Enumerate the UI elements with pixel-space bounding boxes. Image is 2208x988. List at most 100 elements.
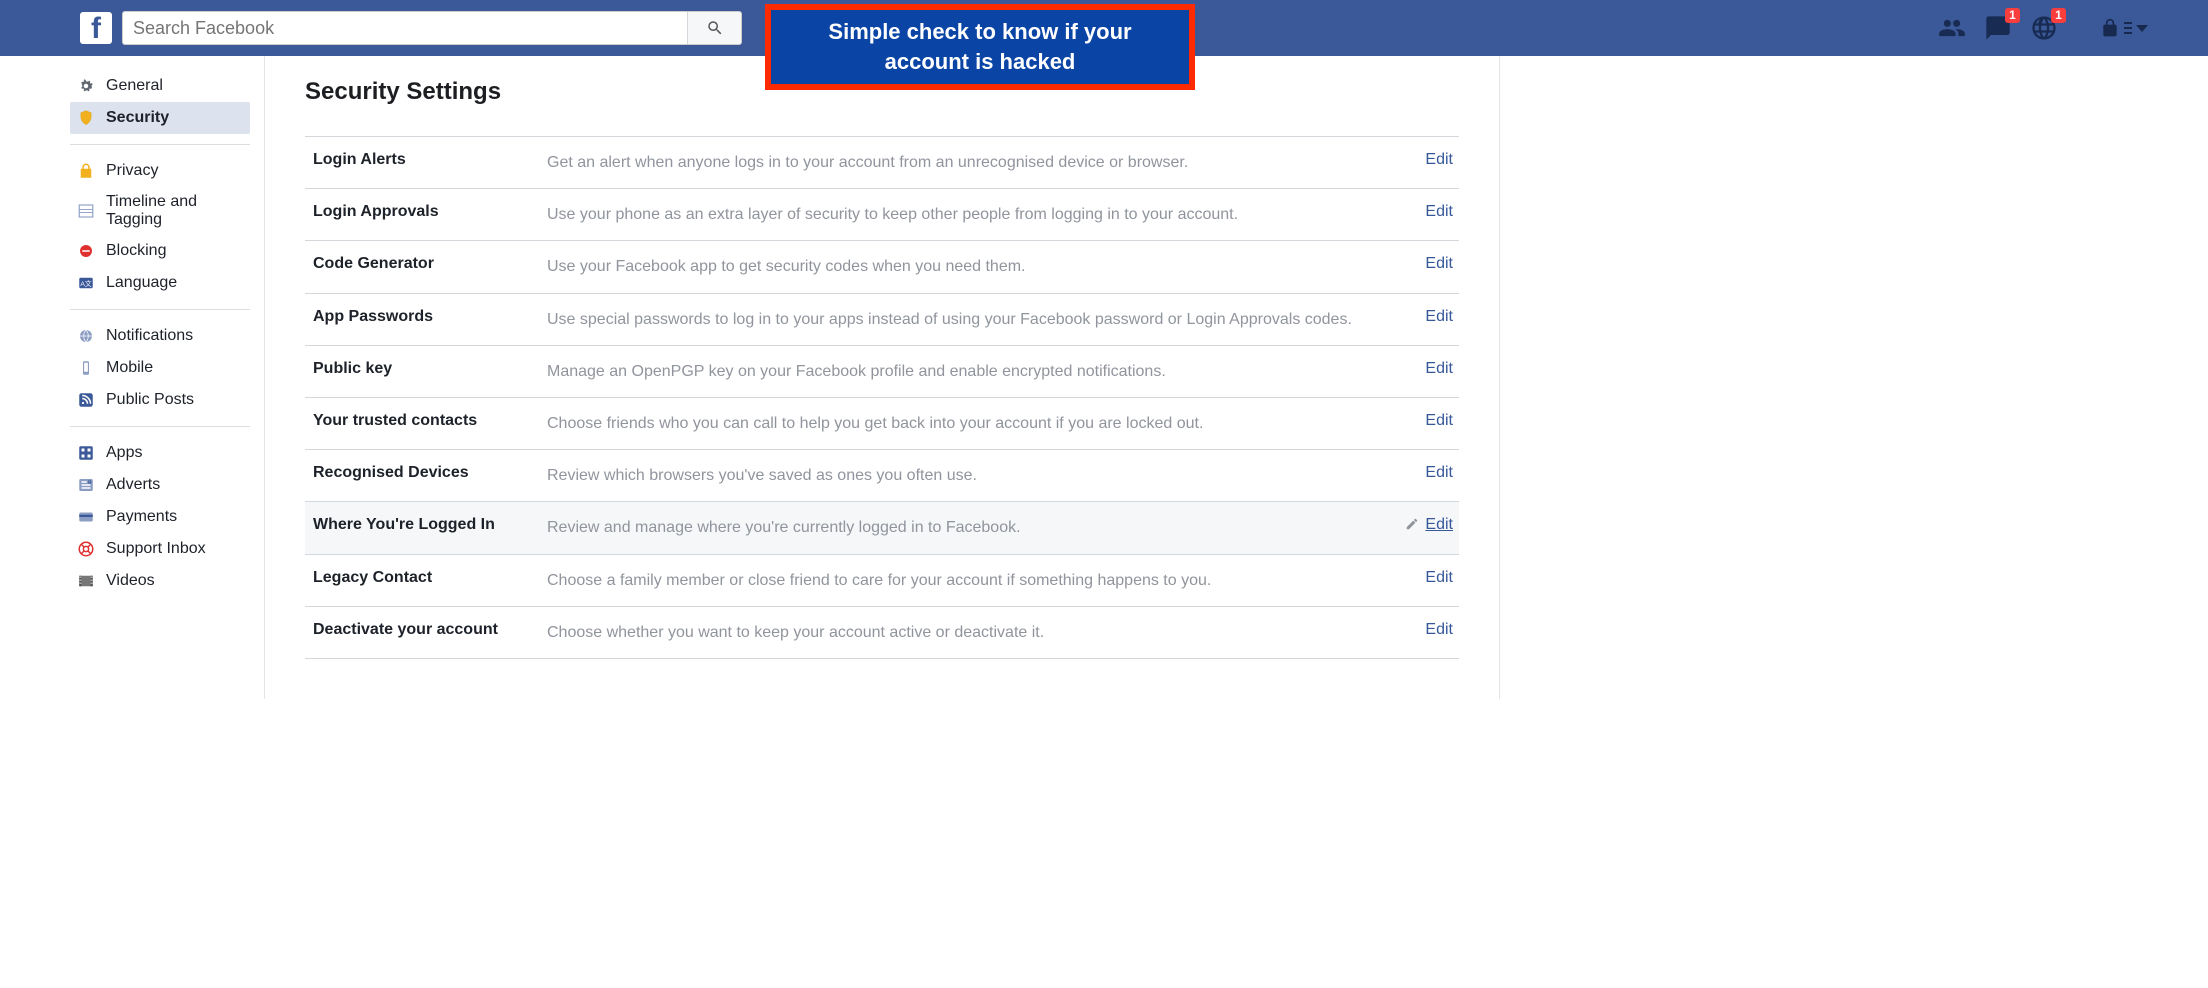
- notifications-button[interactable]: 1: [2030, 14, 2058, 42]
- friends-icon: [1938, 13, 1966, 43]
- settings-row-edit: Edit: [1399, 464, 1459, 482]
- settings-row-edit: Edit: [1399, 308, 1459, 326]
- sidebar-item-privacy[interactable]: Privacy: [70, 155, 250, 187]
- settings-row-public-key[interactable]: Public key Manage an OpenPGP key on your …: [305, 345, 1459, 397]
- settings-row-edit: Edit: [1399, 203, 1459, 221]
- settings-row-desc: Manage an OpenPGP key on your Facebook p…: [547, 360, 1387, 383]
- sidebar-item-label: Security: [106, 109, 169, 127]
- globe-icon: [76, 326, 96, 346]
- edit-link[interactable]: Edit: [1425, 464, 1453, 482]
- sidebar-separator: [70, 144, 250, 145]
- sidebar-item-timeline-and-tagging[interactable]: Timeline and Tagging: [70, 187, 250, 235]
- sidebar-item-label: Timeline and Tagging: [106, 193, 242, 229]
- edit-link[interactable]: Edit: [1425, 412, 1453, 430]
- notifications-badge: 1: [2051, 8, 2066, 23]
- pencil-icon: [1405, 517, 1419, 534]
- sidebar-item-mobile[interactable]: Mobile: [70, 352, 250, 384]
- svg-text:A文: A文: [80, 279, 92, 288]
- blocking-icon: [76, 241, 96, 261]
- sidebar-item-label: Language: [106, 274, 177, 292]
- page: General Security Privacy Timeline and Taggi…: [0, 56, 1500, 699]
- settings-row-recognised-devices[interactable]: Recognised Devices Review which browsers …: [305, 449, 1459, 501]
- lock-icon: [76, 161, 96, 181]
- settings-sidebar: General Security Privacy Timeline and Taggi…: [0, 56, 250, 699]
- settings-row-edit: Edit: [1399, 360, 1459, 378]
- sidebar-item-notifications[interactable]: Notifications: [70, 320, 250, 352]
- settings-row-label: Public key: [305, 360, 535, 378]
- edit-link[interactable]: Edit: [1425, 621, 1453, 639]
- videos-icon: [76, 571, 96, 591]
- settings-row-label: Login Approvals: [305, 203, 535, 221]
- settings-row-login-alerts[interactable]: Login Alerts Get an alert when anyone log…: [305, 136, 1459, 188]
- settings-row-label: Where You're Logged In: [305, 516, 535, 534]
- apps-icon: [76, 443, 96, 463]
- settings-row-desc: Get an alert when anyone logs in to your…: [547, 151, 1387, 174]
- sidebar-item-label: Videos: [106, 572, 155, 590]
- sidebar-separator: [70, 426, 250, 427]
- settings-row-login-approvals[interactable]: Login Approvals Use your phone as an extr…: [305, 188, 1459, 240]
- settings-row-edit: Edit: [1399, 516, 1459, 534]
- edit-link[interactable]: Edit: [1425, 151, 1453, 169]
- settings-row-label: Your trusted contacts: [305, 412, 535, 430]
- sidebar-item-videos[interactable]: Videos: [70, 565, 250, 597]
- annotation-text: Simple check to know if your account is …: [791, 17, 1169, 76]
- edit-link[interactable]: Edit: [1425, 255, 1453, 273]
- settings-row-label: Legacy Contact: [305, 569, 535, 587]
- sidebar-item-general[interactable]: General: [70, 70, 250, 102]
- mobile-icon: [76, 358, 96, 378]
- search-button[interactable]: [687, 12, 741, 44]
- sidebar-item-label: Adverts: [106, 476, 160, 494]
- search-box[interactable]: [122, 11, 742, 45]
- facebook-logo[interactable]: f: [80, 12, 112, 44]
- settings-row-app-passwords[interactable]: App PasswordsUse special passwords to lo…: [305, 293, 1459, 345]
- chevron-down-icon: [2136, 25, 2148, 32]
- settings-row-label: Login Alerts: [305, 151, 535, 169]
- support-icon: [76, 539, 96, 559]
- settings-row-deactivate-your-account[interactable]: Deactivate your accountChoose whether yo…: [305, 606, 1459, 658]
- settings-row-desc: Review which browsers you've saved as on…: [547, 464, 1387, 487]
- sidebar-item-blocking[interactable]: Blocking: [70, 235, 250, 267]
- settings-row-edit: Edit: [1399, 151, 1459, 169]
- language-icon: A文: [76, 273, 96, 293]
- friend-requests-button[interactable]: [1938, 14, 1966, 42]
- sidebar-item-language[interactable]: A文 Language: [70, 267, 250, 299]
- settings-row-edit: Edit: [1399, 569, 1459, 587]
- settings-row-desc: Choose a family member or close friend t…: [547, 569, 1387, 592]
- settings-row-label: Recognised Devices: [305, 464, 535, 482]
- sidebar-item-payments[interactable]: Payments: [70, 501, 250, 533]
- gear-icon: [76, 76, 96, 96]
- sidebar-item-security[interactable]: Security: [70, 102, 250, 134]
- edit-link[interactable]: Edit: [1425, 308, 1453, 326]
- search-icon: [706, 19, 724, 37]
- settings-row-legacy-contact[interactable]: Legacy Contact Choose a family member or …: [305, 554, 1459, 606]
- sidebar-item-apps[interactable]: Apps: [70, 437, 250, 469]
- sidebar-item-adverts[interactable]: fAdverts: [70, 469, 250, 501]
- lock-icon: [2100, 18, 2120, 38]
- messages-badge: 1: [2005, 8, 2020, 23]
- privacy-shortcuts-button[interactable]: [2100, 18, 2148, 38]
- settings-row-where-you-re-logged-in[interactable]: Where You're Logged InReview and manage …: [305, 501, 1459, 553]
- edit-link[interactable]: Edit: [1425, 569, 1453, 587]
- sidebar-item-label: General: [106, 77, 163, 95]
- sidebar-item-label: Mobile: [106, 359, 153, 377]
- sidebar-item-public-posts[interactable]: Public Posts: [70, 384, 250, 416]
- settings-row-desc: Use your phone as an extra layer of secu…: [547, 203, 1387, 226]
- settings-row-code-generator[interactable]: Code GeneratorUse your Facebook app to g…: [305, 240, 1459, 292]
- menu-lines-icon: [2124, 21, 2132, 35]
- sidebar-item-label: Support Inbox: [106, 540, 206, 558]
- payments-icon: [76, 507, 96, 527]
- settings-row-desc: Choose whether you want to keep your acc…: [547, 621, 1387, 644]
- settings-row-edit: Edit: [1399, 255, 1459, 273]
- sidebar-item-label: Apps: [106, 444, 142, 462]
- sidebar-item-support-inbox[interactable]: Support Inbox: [70, 533, 250, 565]
- edit-link[interactable]: Edit: [1425, 516, 1453, 534]
- edit-link[interactable]: Edit: [1425, 203, 1453, 221]
- settings-row-your-trusted-contacts[interactable]: Your trusted contactsChoose friends who …: [305, 397, 1459, 449]
- messages-button[interactable]: 1: [1984, 14, 2012, 42]
- search-input[interactable]: [123, 18, 687, 39]
- edit-link[interactable]: Edit: [1425, 360, 1453, 378]
- sidebar-item-label: Blocking: [106, 242, 166, 260]
- settings-row-edit: Edit: [1399, 412, 1459, 430]
- sidebar-item-label: Payments: [106, 508, 177, 526]
- sidebar-item-label: Public Posts: [106, 391, 194, 409]
